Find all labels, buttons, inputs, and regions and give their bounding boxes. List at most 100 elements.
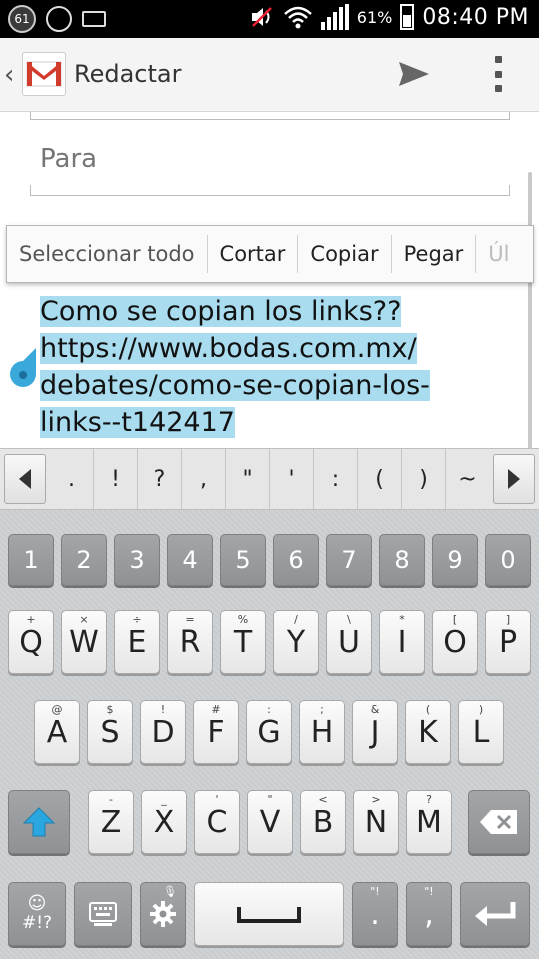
gmail-icon[interactable] xyxy=(22,52,66,96)
gear-icon xyxy=(150,901,176,927)
body-line: debates/como-se-copian-los- xyxy=(40,370,430,401)
cut-button[interactable]: Cortar xyxy=(208,235,299,273)
symbol-key[interactable]: ~ xyxy=(446,449,489,509)
symbol-key[interactable]: . xyxy=(50,449,94,509)
arrow-right-icon xyxy=(508,469,520,489)
key-7[interactable]: 7 xyxy=(326,534,372,586)
message-body[interactable]: Como se copian los links?? https://www.b… xyxy=(40,293,500,441)
key-5[interactable]: 5 xyxy=(220,534,266,586)
key-l[interactable]: ) L xyxy=(458,700,504,764)
action-bar: ‹ Redactar xyxy=(0,38,539,112)
key-x[interactable]: _ X xyxy=(141,790,187,854)
key-b[interactable]: < B xyxy=(300,790,346,854)
mic-icon: 🎙 xyxy=(163,885,177,898)
period-key[interactable]: "! . xyxy=(352,882,398,946)
key-a[interactable]: @ A xyxy=(34,700,80,764)
enter-key[interactable] xyxy=(460,882,530,946)
status-left: 61 xyxy=(8,5,106,33)
symbols-key[interactable]: ☺ #!? xyxy=(8,882,66,946)
text-selection-menu: Seleccionar todo Cortar Copiar Pegar Úl xyxy=(6,225,534,283)
navigation-icon xyxy=(46,6,72,32)
body-line: https://www.bodas.com.mx/ xyxy=(40,333,417,364)
shift-arrow-icon xyxy=(22,807,56,837)
key-0[interactable]: 0 xyxy=(485,534,531,586)
comma-key[interactable]: "! , xyxy=(406,882,452,946)
status-right: 61% 08:40 PM xyxy=(249,4,529,30)
keyboard-settings-key[interactable] xyxy=(74,882,132,946)
key-1[interactable]: 1 xyxy=(8,534,54,586)
key-w[interactable]: × W xyxy=(61,610,107,674)
body-line: Como se copian los links?? xyxy=(40,296,402,327)
key-t[interactable]: % T xyxy=(220,610,266,674)
keyboard: 1 2 3 4 5 6 7 8 9 0 + Q × W ÷ E = R % T / Y \ U… xyxy=(0,510,539,959)
symbol-scroll-right-button[interactable] xyxy=(493,454,535,504)
symbol-key[interactable]: ( xyxy=(358,449,402,509)
key-m[interactable]: ? M xyxy=(406,790,452,854)
overflow-menu-icon[interactable] xyxy=(490,56,506,92)
space-bar-icon xyxy=(237,907,301,923)
key-c[interactable]: ' C xyxy=(194,790,240,854)
key-j[interactable]: & J xyxy=(352,700,398,764)
symbol-key[interactable]: ' xyxy=(270,449,314,509)
to-field[interactable] xyxy=(30,142,510,196)
battery-icon xyxy=(400,4,415,30)
shift-key[interactable] xyxy=(8,790,70,854)
symbol-row: . ! ? , " ' : ( ) ~ xyxy=(0,448,539,510)
select-all-button[interactable]: Seleccionar todo xyxy=(7,235,208,273)
copy-button[interactable]: Copiar xyxy=(298,235,392,273)
key-d[interactable]: ! D xyxy=(140,700,186,764)
key-6[interactable]: 6 xyxy=(273,534,319,586)
signal-icon xyxy=(320,4,349,30)
key-v[interactable]: " V xyxy=(247,790,293,854)
field-divider xyxy=(30,112,510,120)
key-z[interactable]: -Z xyxy=(88,790,134,854)
status-bar: 61 61% 08:40 PM xyxy=(0,0,539,38)
key-e[interactable]: ÷ E xyxy=(114,610,160,674)
symbol-key[interactable]: ) xyxy=(402,449,446,509)
space-key[interactable] xyxy=(194,882,344,946)
key-r[interactable]: = R xyxy=(167,610,213,674)
symbol-key[interactable]: " xyxy=(226,449,270,509)
emoji-icon: ☺ xyxy=(27,893,47,914)
key-g[interactable]: :G xyxy=(246,700,292,764)
battery-percent: 61% xyxy=(356,7,393,27)
keyboard-icon xyxy=(82,11,106,27)
send-icon[interactable] xyxy=(396,56,432,92)
symbol-key[interactable]: : xyxy=(314,449,358,509)
settings-key[interactable]: 🎙 xyxy=(140,882,186,946)
key-n[interactable]: > N xyxy=(353,790,399,854)
paste-button[interactable]: Pegar xyxy=(392,235,477,273)
key-4[interactable]: 4 xyxy=(167,534,213,586)
key-9[interactable]: 9 xyxy=(432,534,478,586)
symbol-key[interactable]: , xyxy=(182,449,226,509)
scrollbar[interactable] xyxy=(528,172,532,448)
key-i[interactable]: * I xyxy=(379,610,425,674)
key-y[interactable]: / Y xyxy=(273,610,319,674)
notification-count-badge: 61 xyxy=(8,5,36,33)
symbol-scroll-left-button[interactable] xyxy=(4,454,46,504)
symbol-key[interactable]: ? xyxy=(138,449,182,509)
key-u[interactable]: \ U xyxy=(326,610,372,674)
key-p[interactable]: ] P xyxy=(485,610,531,674)
key-8[interactable]: 8 xyxy=(379,534,425,586)
key-3[interactable]: 3 xyxy=(114,534,160,586)
more-menu-item[interactable]: Úl xyxy=(476,235,521,273)
key-h[interactable]: ; H xyxy=(299,700,345,764)
to-input[interactable] xyxy=(40,144,440,174)
backspace-icon xyxy=(480,810,517,834)
key-k[interactable]: (K xyxy=(405,700,451,764)
clock: 08:40 PM xyxy=(422,4,529,30)
mute-icon xyxy=(251,7,272,27)
key-2[interactable]: 2 xyxy=(61,534,107,586)
selection-handle-icon[interactable] xyxy=(8,348,38,388)
key-s[interactable]: $ S xyxy=(87,700,133,764)
key-o[interactable]: [O xyxy=(432,610,478,674)
body-line: links--t142417 xyxy=(40,407,235,438)
key-f[interactable]: # F xyxy=(193,700,239,764)
enter-icon xyxy=(475,902,516,926)
symbol-key[interactable]: ! xyxy=(94,449,138,509)
backspace-key[interactable] xyxy=(468,790,530,854)
back-caret-icon[interactable]: ‹ xyxy=(4,60,14,90)
symbol-keys: . ! ? , " ' : ( ) ~ xyxy=(50,449,489,509)
key-q[interactable]: + Q xyxy=(8,610,54,674)
